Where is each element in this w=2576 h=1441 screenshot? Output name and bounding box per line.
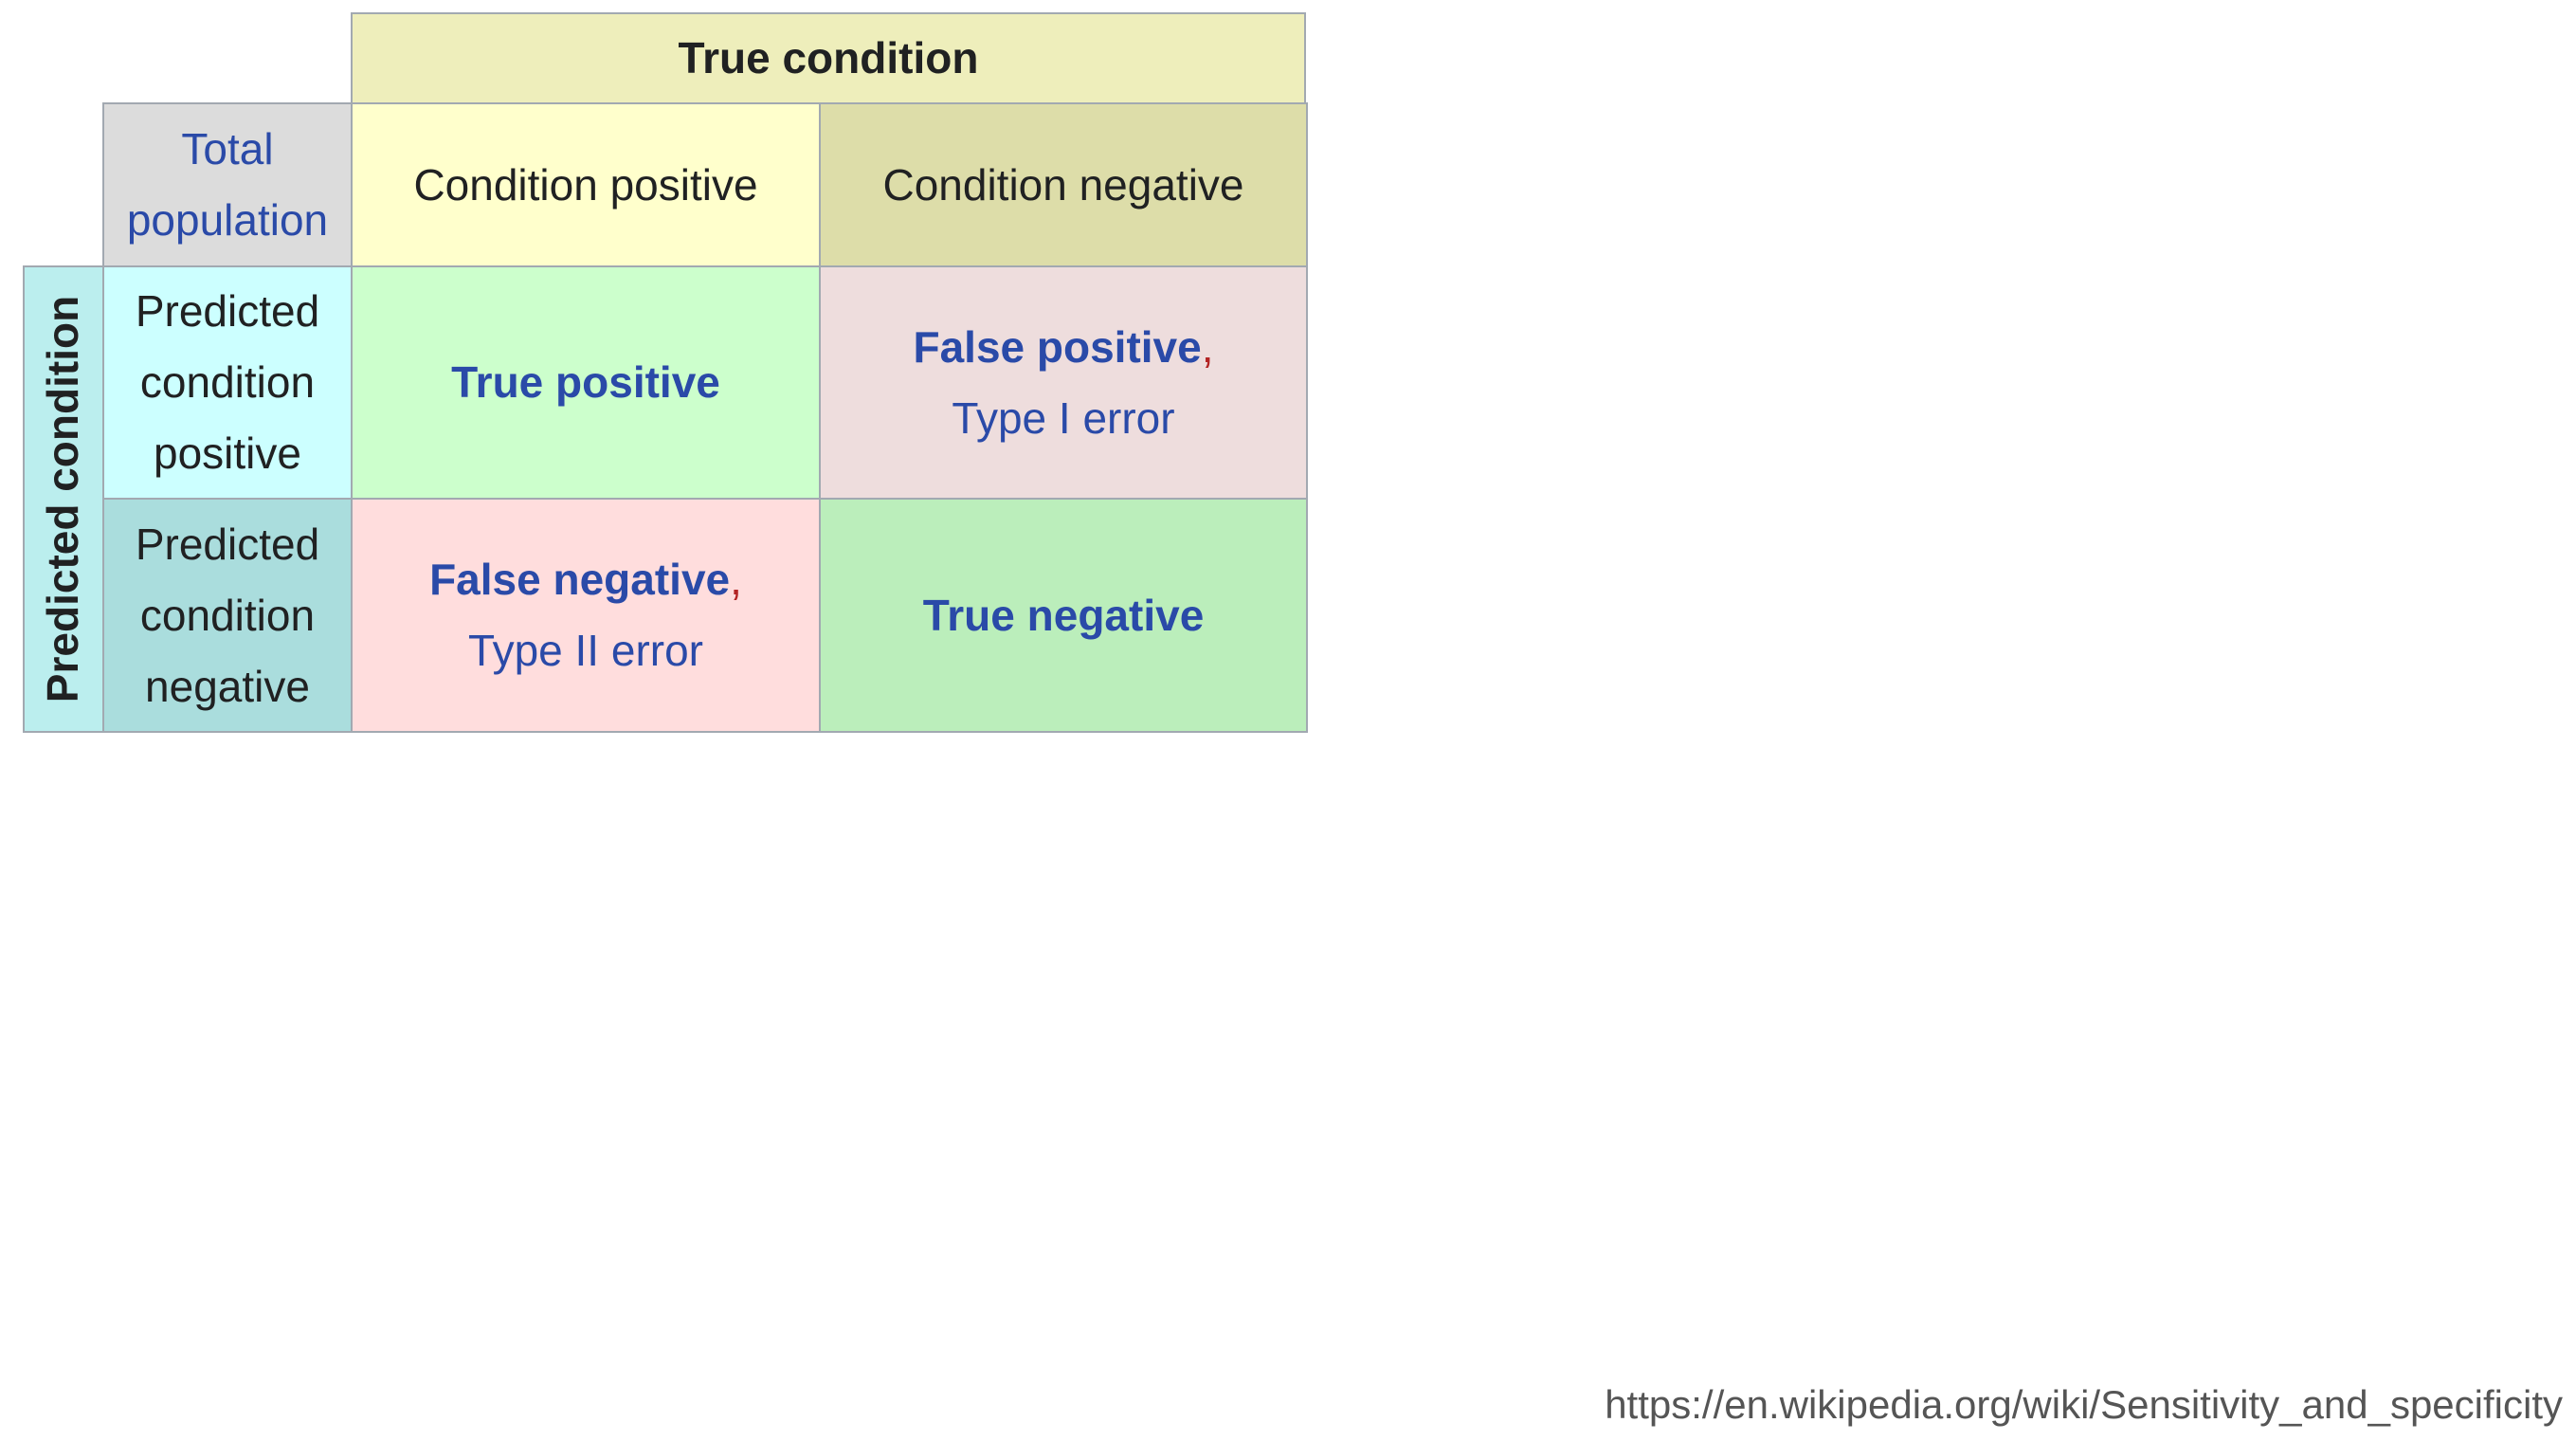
false-positive-cell[interactable]: False positive, Type I error [819,265,1308,500]
total-population-link-line2[interactable]: population [127,185,328,256]
predicted-negative-line3: negative [145,661,310,711]
false-negative-comma: , [730,555,742,604]
false-positive-comma: , [1201,321,1214,372]
false-positive-link[interactable]: False positive [913,322,1201,372]
true-positive-cell[interactable]: True positive [351,265,821,500]
true-positive-link[interactable]: True positive [451,347,720,418]
predicted-negative-header: Predicted condition negative [102,498,353,733]
type-ii-error-link[interactable]: Type II error [468,615,703,686]
predicted-condition-label: Predicted condition [38,295,88,703]
predicted-negative-line2: condition [139,590,316,640]
type-i-error-link[interactable]: Type I error [952,383,1174,454]
true-condition-label: True condition [678,33,979,82]
condition-negative-header: Condition negative [819,102,1308,267]
predicted-positive-header: Predicted condition positive [102,265,353,500]
true-condition-header: True condition [351,12,1306,104]
total-population-link-line1[interactable]: Total [181,114,273,185]
predicted-condition-header: Predicted condition [23,265,104,733]
source-url: https://en.wikipedia.org/wiki/Sensitivit… [1605,1382,2563,1427]
predicted-negative-line1: Predicted [135,519,320,569]
condition-positive-label: Condition positive [413,159,758,210]
false-negative-link[interactable]: False negative [429,555,730,604]
false-negative-cell[interactable]: False negative, Type II error [351,498,821,733]
condition-positive-header: Condition positive [351,102,821,267]
true-negative-cell[interactable]: True negative [819,498,1308,733]
predicted-positive-line2: condition [139,357,316,407]
true-negative-link[interactable]: True negative [923,580,1205,651]
predicted-positive-line1: Predicted [135,286,320,336]
condition-negative-label: Condition negative [882,159,1244,210]
predicted-positive-line3: positive [154,429,301,478]
total-population-cell[interactable]: Total population [102,102,353,267]
